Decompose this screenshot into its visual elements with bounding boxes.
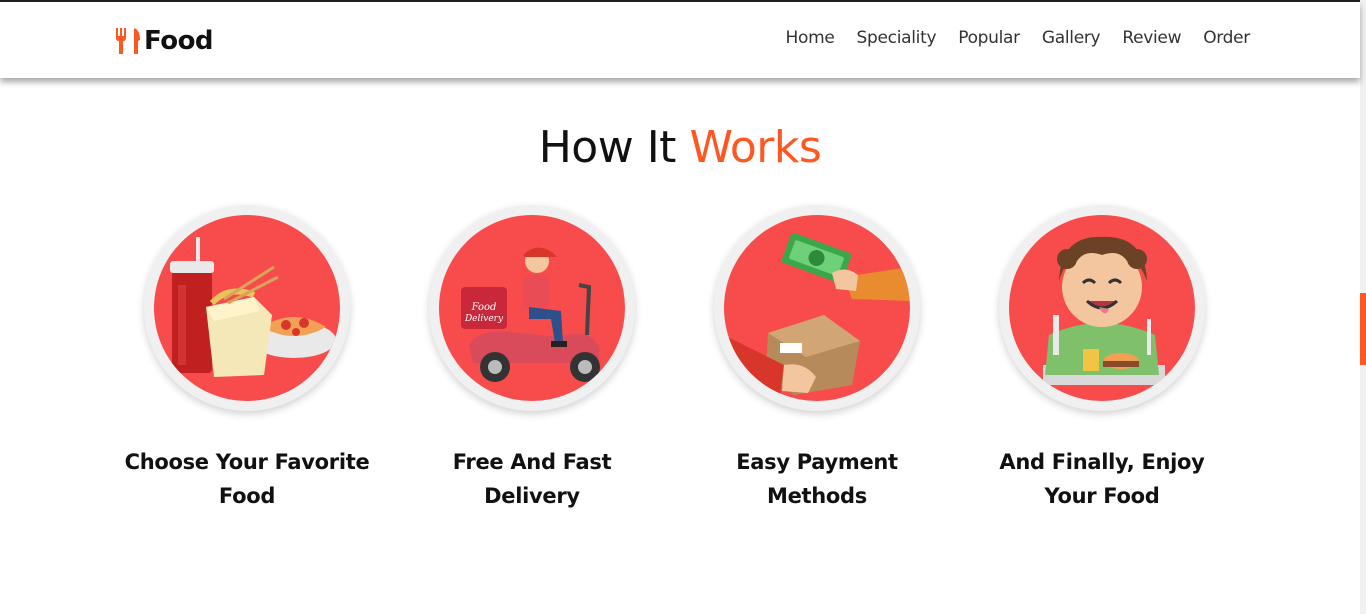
nav-popular[interactable]: Popular <box>958 28 1020 48</box>
fast-food-meal-illustration <box>154 215 340 401</box>
step-card: And Finally, Enjoy Your Food <box>972 205 1232 513</box>
svg-text:Delivery: Delivery <box>464 314 504 324</box>
utensils-icon <box>114 26 142 56</box>
step-card: Food Delivery Free And Fast Delivery <box>402 205 662 513</box>
step-title: Free And Fast Delivery <box>452 450 612 508</box>
step-title: Choose Your Favorite Food <box>124 450 370 508</box>
scooter-delivery-illustration: Food Delivery <box>439 215 625 401</box>
step-image-ring <box>714 205 920 411</box>
step-image-ring <box>144 205 350 411</box>
nav-home[interactable]: Home <box>786 28 835 48</box>
site-header: Food Home Speciality Popular Gallery Rev… <box>0 2 1360 78</box>
brand-name: Food <box>144 26 214 56</box>
nav-speciality[interactable]: Speciality <box>857 28 937 48</box>
step-card: Easy Payment Methods <box>687 205 947 513</box>
step-card: Choose Your Favorite Food <box>117 205 377 513</box>
step-title: Easy Payment Methods <box>736 450 898 508</box>
step-title: And Finally, Enjoy Your Food <box>999 450 1205 508</box>
happy-kid-eating-illustration <box>1009 215 1195 401</box>
scrollbar-thumb[interactable] <box>1360 293 1366 365</box>
section-title: How It Works <box>0 122 1360 173</box>
brand-logo[interactable]: Food <box>114 24 214 58</box>
nav-order[interactable]: Order <box>1203 28 1250 48</box>
steps-row: Choose Your Favorite Food Food Delivery <box>0 205 1360 535</box>
nav-review[interactable]: Review <box>1122 28 1181 48</box>
nav-gallery[interactable]: Gallery <box>1042 28 1101 48</box>
cash-for-package-illustration <box>724 215 910 401</box>
step-image-ring <box>999 205 1205 411</box>
step-image-ring: Food Delivery <box>429 205 635 411</box>
section-title-prefix: How It <box>538 122 677 173</box>
svg-text:Food: Food <box>471 302 497 313</box>
section-title-accent: Works <box>689 122 822 173</box>
main-nav: Home Speciality Popular Gallery Review O… <box>786 28 1251 48</box>
